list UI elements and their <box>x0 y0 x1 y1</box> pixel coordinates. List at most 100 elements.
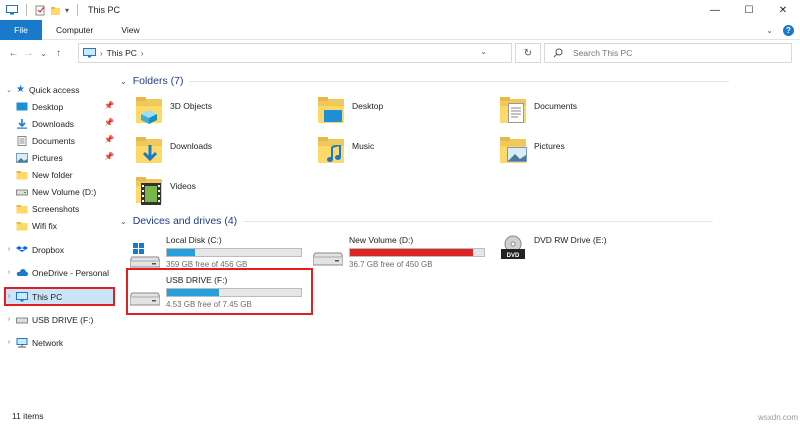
address-dropdown-icon[interactable]: ⌄ <box>480 47 487 56</box>
qat-dropdown-icon[interactable]: ▾ <box>65 6 69 15</box>
windows-drive-icon <box>130 243 160 268</box>
sidebar-item-quick-access[interactable]: ⌄ ★ Quick access <box>0 81 79 98</box>
sidebar-item-label: Downloads <box>32 118 75 129</box>
sidebar-item-screenshots[interactable]: Screenshots <box>14 200 79 217</box>
collapse-group-icon[interactable]: ⌄ <box>120 217 127 226</box>
folders-group-header[interactable]: ⌄ Folders (7) <box>120 75 730 87</box>
watermark: wsxdn.com <box>758 413 799 422</box>
tab-view[interactable]: View <box>107 25 153 35</box>
folder-label: Documents <box>534 101 577 111</box>
drives-group-title: Devices and drives (4) <box>132 215 238 227</box>
back-button[interactable]: ← <box>6 48 21 59</box>
documents-folder-icon <box>500 97 528 125</box>
sidebar-item-pictures[interactable]: Pictures <box>14 149 63 166</box>
drives-group-header[interactable]: ⌄ Devices and drives (4) <box>120 215 714 227</box>
folder-label: Pictures <box>534 141 565 151</box>
sidebar-item-new-volume[interactable]: New Volume (D:) <box>14 183 96 200</box>
downloads-icon <box>17 118 27 129</box>
folder-videos[interactable]: Videos <box>136 177 196 205</box>
recent-locations-button[interactable]: ⌄ <box>36 49 51 58</box>
onedrive-cloud-icon <box>16 268 28 276</box>
breadcrumb-chevron-icon[interactable]: › <box>100 49 103 58</box>
dropbox-icon <box>16 245 28 252</box>
window-title: This PC <box>88 5 121 15</box>
folder-music[interactable]: Music <box>318 137 374 165</box>
pin-icon[interactable]: 📌 <box>104 152 114 161</box>
usb-drive-icon <box>16 317 28 323</box>
sidebar-item-label: This PC <box>32 291 63 302</box>
help-icon[interactable]: ? <box>783 24 794 36</box>
breadcrumb-this-pc[interactable]: This PC <box>107 48 137 58</box>
sidebar-item-this-pc[interactable]: › This PC <box>0 288 62 305</box>
expand-icon[interactable]: › <box>4 293 14 300</box>
expand-icon[interactable]: › <box>4 269 14 276</box>
folder-downloads[interactable]: Downloads <box>136 137 212 165</box>
sidebar-item-documents[interactable]: Documents <box>14 132 75 149</box>
folder-icon <box>16 170 28 179</box>
new-folder-icon[interactable] <box>50 5 61 16</box>
folder-label: 3D Objects <box>170 101 213 111</box>
drive-usage-bar <box>349 248 485 257</box>
expand-ribbon-icon[interactable]: ⌄ <box>766 26 773 35</box>
sidebar-item-new-folder[interactable]: New folder <box>14 166 73 183</box>
minimize-button[interactable]: — <box>698 0 732 20</box>
pictures-folder-icon <box>500 137 528 165</box>
sidebar-item-desktop[interactable]: Desktop <box>14 98 63 115</box>
up-button[interactable]: ↑ <box>51 48 66 59</box>
search-icon <box>553 48 563 58</box>
downloads-folder-icon <box>136 137 164 165</box>
folder-3d-objects[interactable]: 3D Objects <box>136 97 212 125</box>
pin-icon[interactable]: 📌 <box>104 135 114 144</box>
folder-label: Music <box>352 141 375 151</box>
sidebar-item-usb-drive[interactable]: › USB DRIVE (F:) <box>0 311 94 328</box>
sidebar-item-downloads[interactable]: Downloads <box>14 115 74 132</box>
sidebar-item-dropbox[interactable]: › Dropbox <box>0 241 64 258</box>
pin-icon[interactable]: 📌 <box>104 118 114 127</box>
sidebar-item-label: Documents <box>32 135 75 146</box>
expand-icon[interactable]: › <box>4 339 14 346</box>
drive-new-volume-d[interactable]: New Volume (D:) 36.7 GB free of 450 GB <box>313 235 485 269</box>
refresh-button[interactable]: ↻ <box>515 43 541 63</box>
title-bar: ▾ This PC — ☐ ✕ <box>0 0 800 20</box>
sidebar-item-label: New Volume (D:) <box>32 186 97 197</box>
videos-folder-icon <box>136 177 164 205</box>
expand-icon[interactable]: › <box>4 316 14 323</box>
network-icon <box>16 337 28 347</box>
tab-file[interactable]: File <box>0 19 42 40</box>
usb-drive-highlight <box>126 268 313 315</box>
sidebar-item-label: OneDrive - Personal <box>32 267 110 278</box>
collapse-group-icon[interactable]: ⌄ <box>120 77 127 86</box>
status-item-count: 11 items <box>12 411 44 421</box>
search-box[interactable] <box>544 43 792 63</box>
folder-label: Downloads <box>170 141 213 151</box>
folders-group-title: Folders (7) <box>132 75 184 87</box>
sidebar-item-network[interactable]: › Network <box>0 334 63 351</box>
address-bar[interactable]: › This PC › ⌄ <box>78 43 512 63</box>
drive-free-space: 36.7 GB free of 450 GB <box>349 260 433 269</box>
folder-desktop[interactable]: Desktop <box>318 97 383 125</box>
star-icon: ★ <box>16 84 25 95</box>
drive-dvd-rw-e[interactable]: DVD DVD RW Drive (E:) <box>498 235 607 261</box>
drive-usage-bar <box>166 248 302 257</box>
drive-local-disk-c[interactable]: Local Disk (C:) 359 GB free of 456 GB <box>130 235 302 269</box>
search-input[interactable] <box>573 48 773 58</box>
sidebar-item-onedrive[interactable]: › OneDrive - Personal <box>0 264 109 281</box>
close-button[interactable]: ✕ <box>766 0 800 20</box>
breadcrumb-chevron-icon[interactable]: › <box>141 49 144 58</box>
collapse-icon[interactable]: ⌄ <box>4 86 14 94</box>
pin-icon[interactable]: 📌 <box>104 101 114 110</box>
pictures-icon <box>16 152 28 163</box>
properties-icon[interactable] <box>35 5 46 16</box>
maximize-button[interactable]: ☐ <box>732 0 766 20</box>
this-pc-icon <box>83 48 96 58</box>
folder-pictures[interactable]: Pictures <box>500 137 565 165</box>
sidebar-item-wifi-fix[interactable]: Wifi fix <box>14 217 57 234</box>
tab-computer[interactable]: Computer <box>42 25 107 35</box>
expand-icon[interactable]: › <box>4 246 14 253</box>
content-pane: ⌄ Folders (7) 3D Objects Desktop Documen… <box>118 66 800 406</box>
drive-icon <box>16 189 28 195</box>
sidebar-item-label: Screenshots <box>32 203 80 214</box>
navigation-pane: ⌄ ★ Quick access Desktop 📌 Downloads 📌 D… <box>0 74 118 404</box>
folder-documents[interactable]: Documents <box>500 97 577 125</box>
forward-button[interactable]: → <box>21 48 36 59</box>
